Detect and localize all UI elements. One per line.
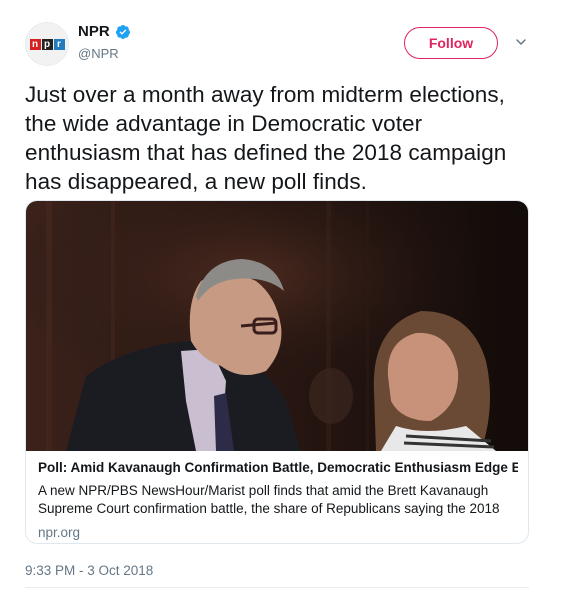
handle[interactable]: @NPR [78, 45, 131, 63]
card-description: A new NPR/PBS NewsHour/Marist poll finds… [38, 483, 500, 516]
display-name-row: NPR [78, 22, 131, 42]
card-body[interactable]: Poll: Amid Kavanaugh Confirmation Battle… [38, 459, 518, 542]
divider [25, 587, 529, 588]
chevron-down-icon[interactable] [515, 36, 527, 48]
link-card[interactable]: Poll: Amid Kavanaugh Confirmation Battle… [25, 200, 529, 544]
card-domain: npr.org [38, 525, 81, 540]
tweet: n p r NPR @NPR Follow Just over a month … [0, 0, 561, 592]
avatar[interactable]: n p r [25, 22, 69, 66]
account-info[interactable]: NPR @NPR [78, 22, 131, 63]
tweet-text: Just over a month away from midterm elec… [25, 82, 507, 194]
npr-logo-letter-p: p [41, 38, 53, 50]
display-name[interactable]: NPR [78, 22, 110, 42]
verified-badge-icon [115, 25, 130, 39]
npr-logo-icon: n p r [29, 38, 65, 50]
card-image[interactable] [26, 201, 528, 451]
follow-button[interactable]: Follow [404, 27, 498, 59]
card-title[interactable]: Poll: Amid Kavanaugh Confirmation Battle… [38, 459, 518, 477]
npr-logo-letter-r: r [53, 38, 65, 50]
npr-logo-letter-n: n [29, 38, 41, 50]
timestamp[interactable]: 9:33 PM - 3 Oct 2018 [25, 562, 153, 580]
